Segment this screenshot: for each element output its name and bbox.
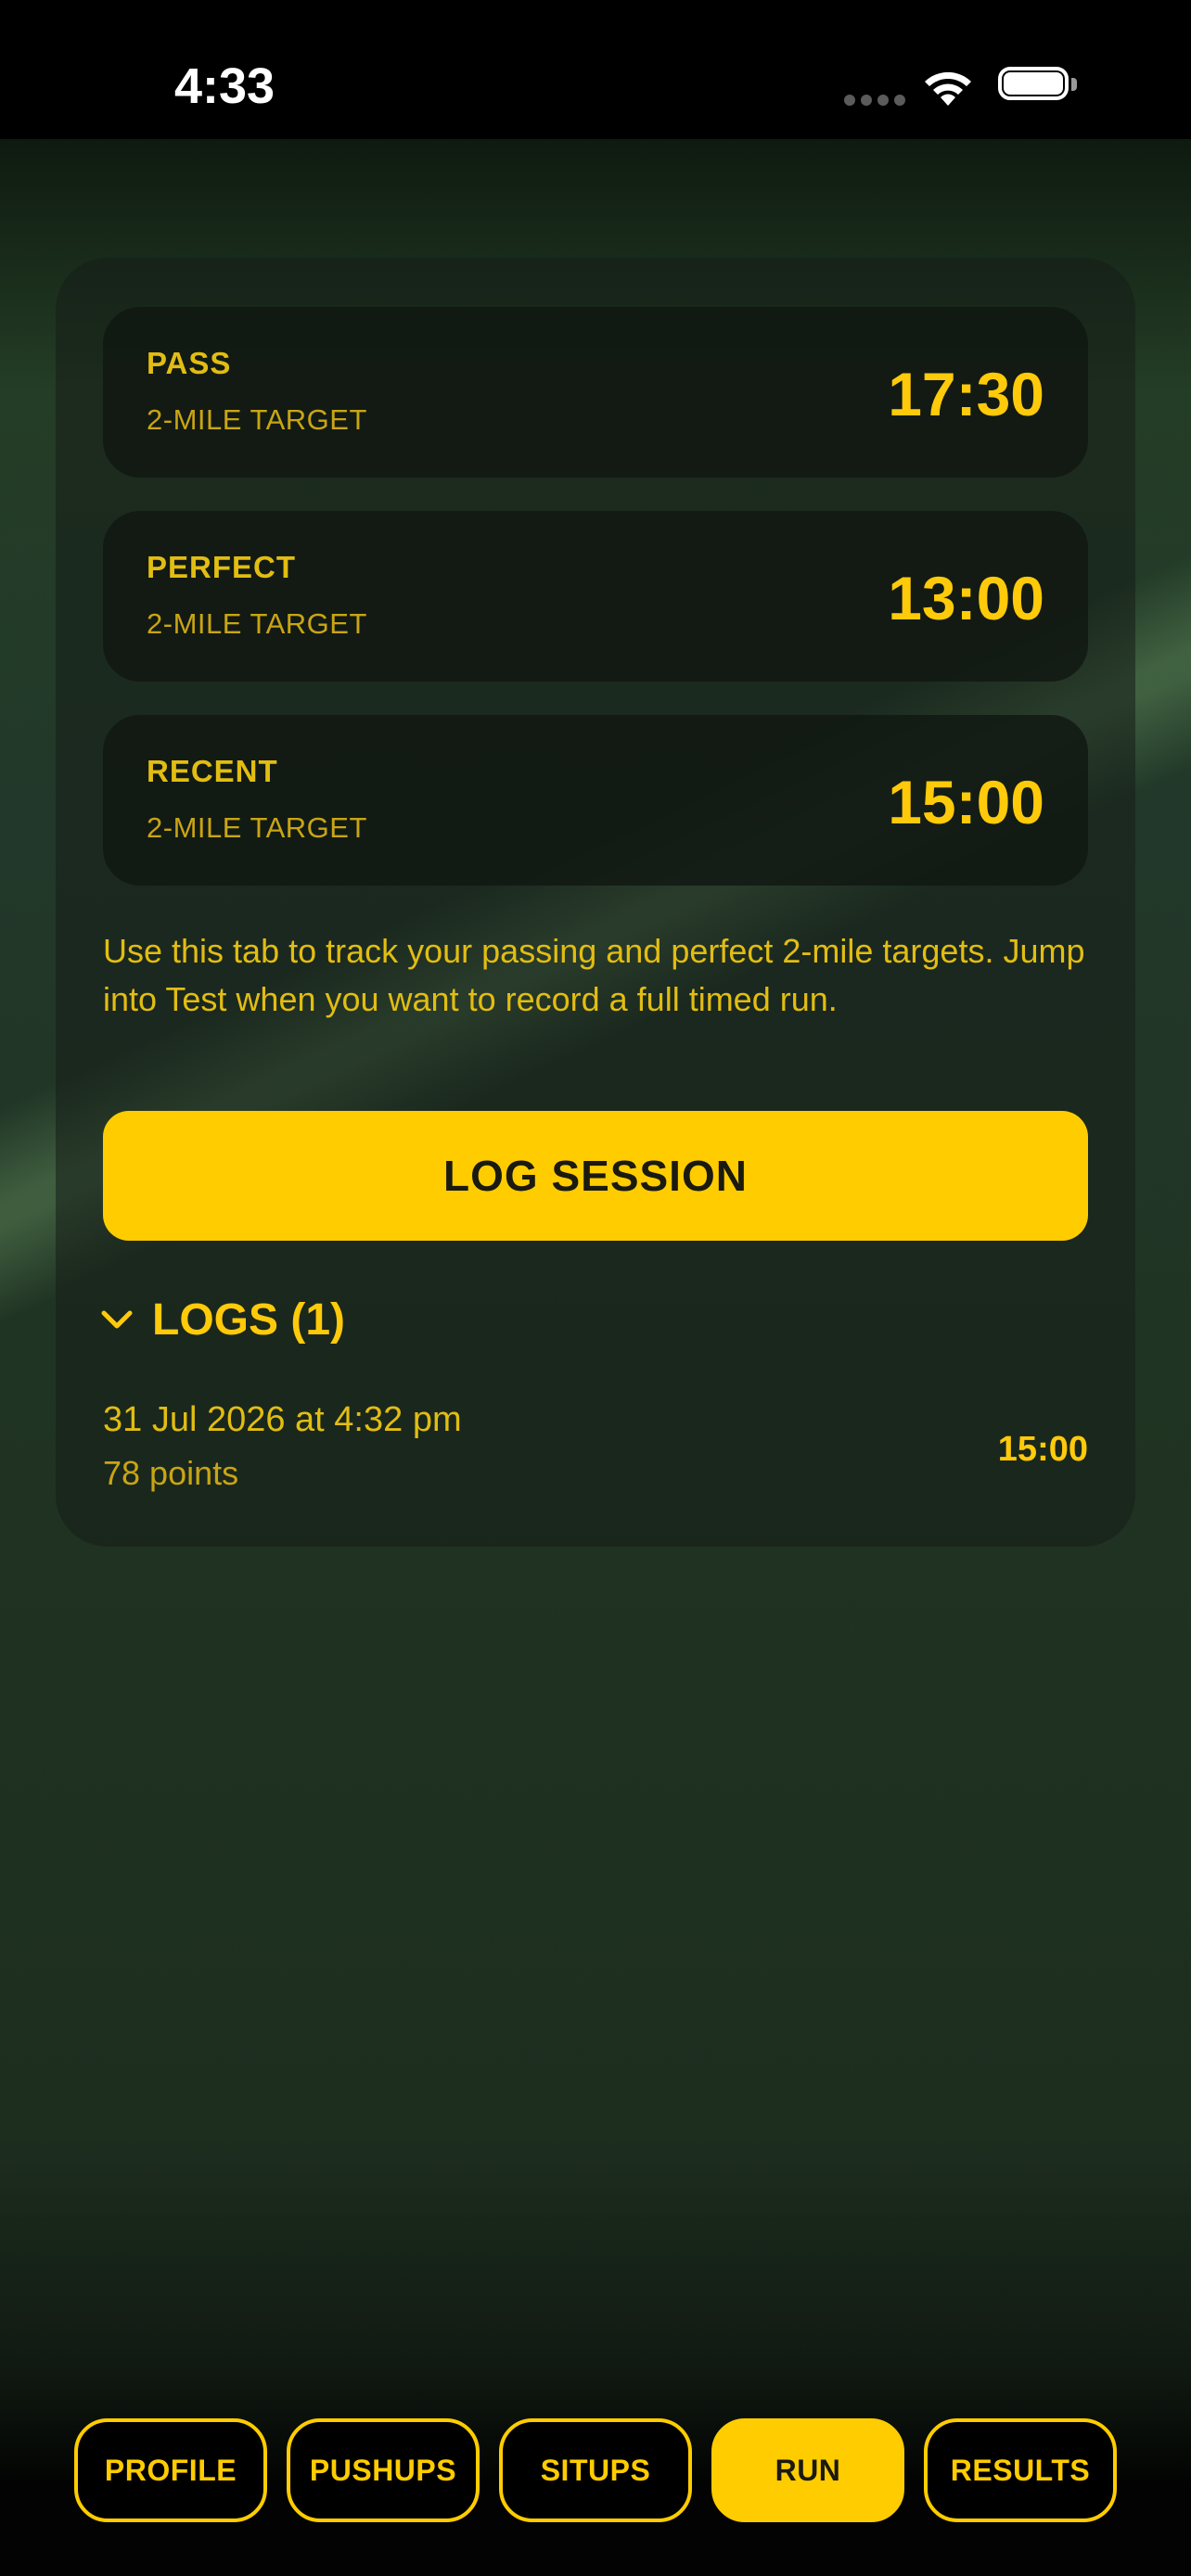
- status-bar: 4:33: [0, 0, 1191, 139]
- log-entry-date: 31 Jul 2026 at 4:32 pm: [103, 1400, 462, 1439]
- tab-situps[interactable]: SITUPS: [499, 2418, 692, 2522]
- status-time: 4:33: [174, 58, 275, 114]
- tab-pushups[interactable]: PUSHUPS: [287, 2418, 480, 2522]
- log-entry[interactable]: 31 Jul 2026 at 4:32 pm 78 points 15:00: [103, 1400, 1088, 1511]
- target-label: RECENT: [147, 754, 278, 788]
- wifi-icon: [925, 71, 971, 106]
- chevron-down-icon: [101, 1310, 133, 1329]
- logs-title: LOGS (1): [152, 1295, 346, 1345]
- tab-bar: PROFILE PUSHUPS SITUPS RUN RESULTS: [0, 2411, 1191, 2522]
- target-card-perfect: PERFECT 2-MILE TARGET 13:00: [103, 511, 1088, 682]
- tab-results[interactable]: RESULTS: [924, 2418, 1117, 2522]
- tab-description: Use this tab to track your passing and p…: [103, 932, 1085, 1018]
- tab-run[interactable]: RUN: [711, 2418, 904, 2522]
- target-subtitle: 2-MILE TARGET: [147, 811, 367, 844]
- cellular-signal-icon: [844, 95, 905, 106]
- log-session-button[interactable]: LOG SESSION: [103, 1111, 1088, 1241]
- target-label: PASS: [147, 346, 232, 380]
- target-subtitle: 2-MILE TARGET: [147, 403, 367, 436]
- target-subtitle: 2-MILE TARGET: [147, 607, 367, 640]
- tab-profile[interactable]: PROFILE: [74, 2418, 267, 2522]
- target-value: 13:00: [888, 564, 1044, 632]
- log-entry-time: 15:00: [997, 1430, 1088, 1469]
- battery-icon: [998, 67, 1078, 104]
- target-label: PERFECT: [147, 550, 297, 584]
- target-value: 15:00: [888, 768, 1044, 836]
- target-card-pass: PASS 2-MILE TARGET 17:30: [103, 307, 1088, 478]
- target-value: 17:30: [888, 360, 1044, 428]
- run-targets-card: PASS 2-MILE TARGET 17:30 PERFECT 2-MILE …: [56, 258, 1135, 1547]
- target-card-recent: RECENT 2-MILE TARGET 15:00: [103, 715, 1088, 886]
- log-entry-points: 78 points: [103, 1454, 239, 1492]
- logs-disclosure-toggle[interactable]: LOGS (1): [98, 1287, 469, 1352]
